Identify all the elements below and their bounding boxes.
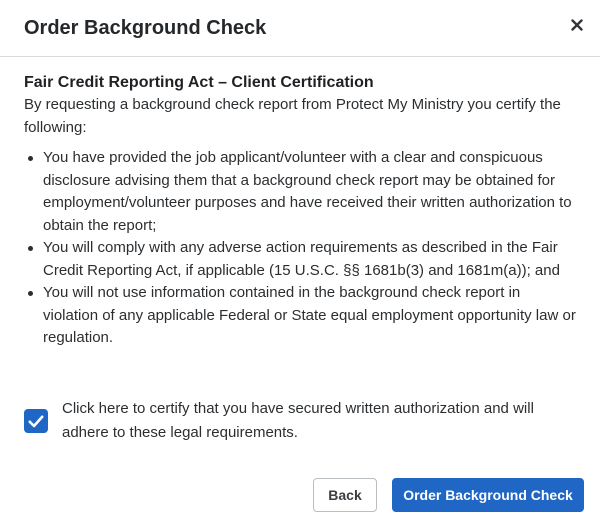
intro-text: By requesting a background check report … bbox=[24, 96, 561, 136]
list-item: You have provided the job applicant/volu… bbox=[24, 147, 576, 237]
certify-label[interactable]: Click here to certify that you have secu… bbox=[62, 397, 552, 445]
checkmark-icon bbox=[28, 415, 44, 428]
dialog-title: Order Background Check bbox=[24, 17, 267, 39]
bullet-icon bbox=[28, 246, 33, 251]
list-item-text: You have provided the job applicant/volu… bbox=[43, 149, 572, 234]
bullet-icon bbox=[28, 156, 33, 161]
certify-row: Click here to certify that you have secu… bbox=[24, 397, 576, 445]
dialog-header: Order Background Check bbox=[0, 0, 600, 57]
certify-checkbox[interactable] bbox=[24, 409, 48, 433]
dialog-footer: Back Order Background Check bbox=[0, 478, 600, 512]
back-button[interactable]: Back bbox=[313, 478, 377, 512]
list-item: You will comply with any adverse action … bbox=[24, 237, 576, 282]
certification-list: You have provided the job applicant/volu… bbox=[24, 147, 576, 350]
dialog-body: Fair Credit Reporting Act – Client Certi… bbox=[24, 72, 576, 350]
bullet-icon bbox=[28, 291, 33, 296]
order-background-check-button[interactable]: Order Background Check bbox=[392, 478, 584, 512]
order-background-check-dialog: Order Background Check Fair Credit Repor… bbox=[0, 0, 600, 527]
list-item: You will not use information contained i… bbox=[24, 282, 576, 350]
close-icon bbox=[571, 19, 583, 31]
section-heading: Fair Credit Reporting Act – Client Certi… bbox=[24, 74, 374, 91]
list-item-text: You will comply with any adverse action … bbox=[43, 239, 560, 279]
close-button[interactable] bbox=[565, 13, 589, 37]
list-item-text: You will not use information contained i… bbox=[43, 284, 576, 346]
